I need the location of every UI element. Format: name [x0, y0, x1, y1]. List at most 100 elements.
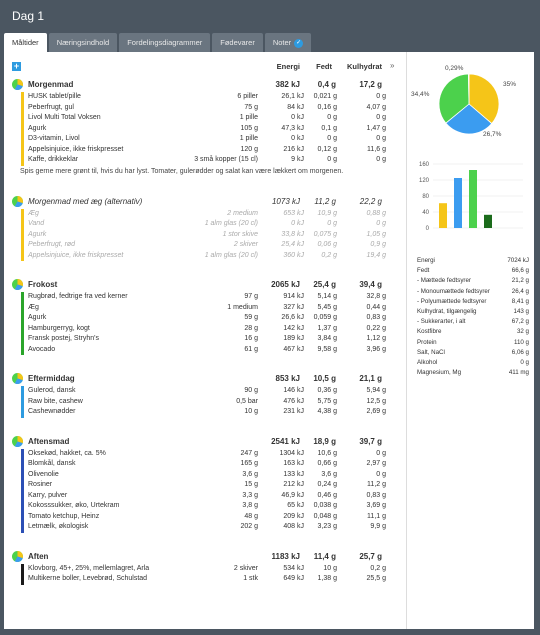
meal-total-fat: 11,4 g — [313, 551, 336, 561]
food-item-row[interactable]: Æg 2 medium 653 kJ 10,9 g 0,88 g — [28, 209, 386, 220]
food-fat: 0,66 g — [317, 460, 337, 467]
food-item-row[interactable]: Vand 1 alm glas (20 cl) 0 kJ 0 g 0 g — [28, 219, 386, 230]
food-item-row[interactable]: Rosiner 15 g 212 kJ 0,24 g 11,2 g — [28, 480, 386, 491]
food-fat: 0,24 g — [317, 481, 337, 488]
food-item-row[interactable]: Klovborg, 45+, 25%, mellemlagret, Arla 2 … — [28, 564, 386, 575]
food-fat: 5,75 g — [317, 397, 337, 405]
tab-label: Fødevarer — [220, 38, 255, 47]
tab-2[interactable]: Fordelingsdiagrammer — [119, 33, 211, 52]
food-item-row[interactable]: Agurk 1 stor skive 33,8 kJ 0,075 g 1,05 g — [28, 230, 386, 241]
bar — [469, 170, 477, 228]
food-fat: 10 g — [323, 564, 337, 572]
food-item-row[interactable]: HUSK tablet/pille 6 piller 26,1 kJ 0,021 g 0… — [28, 92, 386, 103]
meal-section: Morgenmad 382 kJ 0,4 g 17,2 g HUSK tablet/pi… — [12, 78, 386, 175]
meal-items: Klovborg, 45+, 25%, mellemlagret, Arla 2 … — [21, 563, 386, 585]
nutrient-value: 411 mg — [508, 369, 529, 377]
food-item-row[interactable]: Olivenolie 3,6 g 133 kJ 3,6 g 0 g — [28, 470, 386, 481]
food-energy: 133 kJ — [283, 470, 304, 478]
nutrient-label: Kulhydrat, tilgængelig — [417, 307, 477, 315]
meal-header[interactable]: Aften 1183 kJ 11,4 g 25,7 g — [12, 550, 384, 564]
food-fat: 0,059 g — [313, 314, 337, 321]
food-carbs: 3,69 g — [366, 502, 386, 509]
tab-0[interactable]: Måltider — [4, 33, 47, 52]
food-amount: 75 g — [244, 103, 258, 111]
food-item-row[interactable]: Agurk 59 g 26,6 kJ 0,059 g 0,83 g — [28, 313, 386, 324]
food-item-row[interactable]: Gulerod, dansk 90 g 146 kJ 0,36 g 5,94 g — [28, 386, 386, 397]
food-item-row[interactable]: Æg 1 medium 327 kJ 5,45 g 0,44 g — [28, 303, 386, 314]
food-item-row[interactable]: Peberfrugt, rød 2 skiver 25,4 kJ 0,06 g 0,9 … — [28, 240, 386, 251]
food-item-row[interactable]: Appelsinjuice, ikke friskpresset 1 alm gl… — [28, 251, 386, 262]
food-carbs: 0 g — [376, 135, 386, 142]
food-item-row[interactable]: Rugbrød, fedtrige fra ved kerner 97 g 914 … — [28, 292, 386, 303]
nutrient-row: Alkohol 0 g — [417, 358, 529, 368]
tab-3[interactable]: Fødevarer — [212, 33, 263, 52]
meal-header[interactable]: Frokost 2065 kJ 25,4 g 39,4 g — [12, 278, 384, 292]
food-carbs: 0,83 g — [366, 314, 386, 321]
meal-note: Spis gerne mere grønt til, hvis du har l… — [20, 167, 344, 175]
meal-header[interactable]: Morgenmad med æg (alternativ) 1073 kJ 11,2… — [12, 195, 384, 209]
tab-4[interactable]: Noter ✓ — [264, 33, 312, 52]
bar — [439, 203, 447, 228]
food-item-row[interactable]: Hamburgerryg, kogt 28 g 142 kJ 1,37 g 0,22 g — [28, 324, 386, 335]
nutrient-row: - Polyumættede fedtsyrer 8,41 g — [417, 297, 529, 307]
food-amount: 1 stor skive — [222, 230, 258, 238]
food-item-row[interactable]: Avocado 61 g 467 kJ 9,58 g 3,96 g — [28, 345, 386, 356]
food-energy: 212 kJ — [283, 481, 304, 488]
meal-name: Morgenmad med æg (alternativ) — [28, 196, 143, 206]
bar-ytick-label: 120 — [419, 178, 430, 184]
food-amount: 15 g — [244, 481, 258, 488]
food-item-row[interactable]: Fransk postej, Stryhn's 16 g 189 kJ 3,84 g 1… — [28, 334, 386, 345]
meal-pie-icon — [12, 279, 23, 290]
meal-total-energy: 382 kJ — [275, 80, 300, 89]
food-item-row[interactable]: Tomato ketchup, Heinz 48 g 209 kJ 0,048 g 11… — [28, 512, 386, 523]
food-item-row[interactable]: D3-vitamin, Livol 1 pille 0 kJ 0 g 0 g — [28, 134, 386, 145]
nutrient-label: - Sukkerarter, i alt — [417, 318, 466, 326]
add-meal-button[interactable]: + — [12, 62, 21, 71]
food-fat: 0,06 g — [317, 241, 337, 248]
food-item-row[interactable]: Multikerne boller, Levebrød, Schulstad 1 … — [28, 574, 386, 585]
meal-header[interactable]: Morgenmad 382 kJ 0,4 g 17,2 g — [12, 78, 384, 92]
expand-columns-button[interactable]: » — [390, 61, 394, 70]
food-item-row[interactable]: Kokosssukker, øko, Urtekram 3,8 g 65 kJ 0,0… — [28, 501, 386, 512]
meal-header[interactable]: Eftermiddag 853 kJ 10,5 g 21,1 g — [12, 372, 384, 386]
nutrient-row: Magnesium, Mg 411 mg — [417, 368, 529, 378]
food-energy: 216 kJ — [283, 145, 304, 153]
food-amount: 247 g — [240, 449, 258, 457]
food-item-row[interactable]: Raw bite, cashew 0,5 bar 476 kJ 5,75 g 12,5 … — [28, 397, 386, 408]
meal-items: Oksekød, hakket, ca. 5% 247 g 1304 kJ 10,6 … — [21, 448, 386, 533]
nutrient-value: 67,2 g — [511, 318, 529, 326]
food-carbs: 2,69 g — [366, 408, 386, 415]
nutrient-value: 7024 kJ — [507, 257, 529, 264]
food-item-row[interactable]: Letmælk, økologisk 202 g 408 kJ 3,23 g 9,9 g — [28, 522, 386, 533]
meal-header[interactable]: Aftensmad 2541 kJ 18,9 g 39,7 g — [12, 435, 384, 449]
meal-items: HUSK tablet/pille 6 piller 26,1 kJ 0,021 g 0… — [21, 92, 386, 166]
food-item-row[interactable]: Agurk 105 g 47,3 kJ 0,1 g 1,47 g — [28, 124, 386, 135]
nutrient-summary-table: Energi 7024 kJ Fedt 66,6 g- Mættede fedts… — [417, 256, 529, 378]
window-title: Dag 1 — [12, 9, 45, 23]
nutrient-label: Alkohol — [417, 358, 438, 366]
food-item-row[interactable]: Kaffe, drikkeklar 3 små kopper (15 cl) 9 k… — [28, 155, 386, 166]
food-amount: 3,6 g — [242, 470, 258, 478]
meal-pie-icon — [12, 195, 23, 207]
food-amount: 202 g — [240, 523, 258, 530]
nutrient-row: Salt, NaCl 6,06 g — [417, 348, 529, 358]
tab-label: Noter — [272, 38, 292, 47]
food-item-row[interactable]: Appelsinjuice, ikke friskpresset 120 g 216… — [28, 145, 386, 156]
tab-label: Næringsindhold — [56, 38, 110, 47]
food-item-row[interactable]: Oksekød, hakket, ca. 5% 247 g 1304 kJ 10,6 … — [28, 449, 386, 460]
food-carbs: 0 g — [376, 470, 386, 478]
food-item-row[interactable]: Karry, pulver 3,3 g 46,9 kJ 0,46 g 0,83 g — [28, 491, 386, 502]
tab-1[interactable]: Næringsindhold — [48, 33, 118, 52]
food-item-row[interactable]: Cashewnødder 10 g 231 kJ 4,38 g 2,69 g — [28, 407, 386, 418]
food-energy: 25,4 kJ — [281, 241, 304, 248]
nutrient-value: 6,06 g — [511, 348, 529, 356]
food-name: Multikerne boller, Levebrød, Schulstad — [28, 575, 148, 582]
nutrient-label: - Mættede fedtsyrer — [417, 277, 471, 285]
food-item-row[interactable]: Livol Multi Total Voksen 1 pille 0 kJ 0 g 0 … — [28, 113, 386, 124]
food-fat: 0,2 g — [321, 251, 337, 259]
food-energy: 476 kJ — [283, 397, 304, 405]
food-item-row[interactable]: Peberfrugt, gul 75 g 84 kJ 0,16 g 4,07 g — [28, 103, 386, 114]
app-window: Dag 1 Måltider Næringsindhold Fordelingsdi… — [0, 0, 540, 635]
food-amount: 16 g — [244, 335, 258, 342]
food-item-row[interactable]: Blomkål, dansk 165 g 163 kJ 0,66 g 2,97 g — [28, 459, 386, 470]
